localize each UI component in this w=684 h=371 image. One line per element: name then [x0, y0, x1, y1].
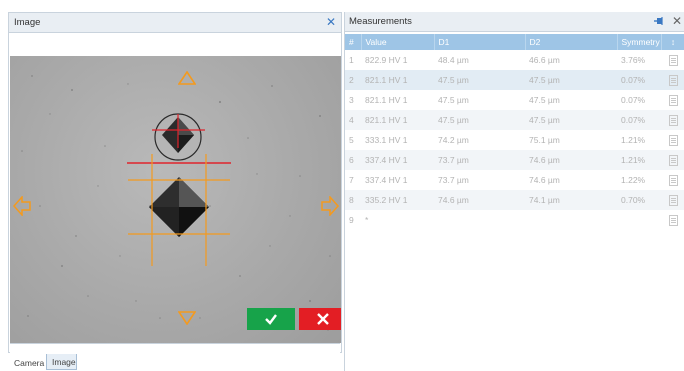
row-details-icon[interactable]	[668, 114, 678, 126]
table-row[interactable]: 2 821.1 HV 1 47.5 µm 47.5 µm 0.07%	[345, 70, 684, 90]
column-header-symmetry[interactable]: Symmetry	[617, 34, 662, 50]
row-symmetry: 1.21%	[621, 135, 646, 145]
row-number: 3	[349, 95, 354, 105]
row-number: 2	[345, 70, 361, 90]
close-icon[interactable]: ✕	[672, 13, 682, 29]
table-row[interactable]: 5 333.1 HV 1 74.2 µm 75.1 µm 1.21%	[345, 130, 684, 150]
row-value: 821.1 HV 1	[361, 70, 434, 90]
row-value: 822.9 HV 1	[365, 55, 408, 65]
column-header-sort-icon[interactable]: ↕	[661, 34, 684, 50]
column-header-d2[interactable]: D2	[525, 34, 618, 50]
row-number: 8	[345, 190, 361, 210]
reject-button[interactable]	[299, 308, 341, 330]
row-symmetry	[617, 210, 661, 230]
row-d2: 47.5 µm	[529, 95, 560, 105]
table-row-new[interactable]: 9 *	[345, 210, 684, 230]
image-toolbar-area	[10, 33, 340, 56]
row-number: 7	[349, 175, 354, 185]
accept-button[interactable]	[247, 308, 295, 330]
arrow-right-icon[interactable]	[321, 196, 339, 216]
image-panel-header: Image ✕	[9, 13, 341, 33]
table-header-row: # Value D1 D2 Symmetry ↕	[345, 34, 684, 50]
row-d2: 47.5 µm	[525, 110, 617, 130]
table-row[interactable]: 8 335.2 HV 1 74.6 µm 74.1 µm 0.70%	[345, 190, 684, 210]
row-d2: 75.1 µm	[529, 135, 560, 145]
row-d1: 47.5 µm	[438, 95, 469, 105]
micrograph-view[interactable]	[10, 56, 341, 343]
row-details-icon[interactable]	[668, 194, 678, 206]
tab-camera[interactable]: Camera	[8, 354, 46, 370]
image-status-area	[10, 343, 340, 354]
row-number: 6	[345, 150, 361, 170]
row-symmetry: 0.07%	[617, 70, 661, 90]
row-number: 1	[349, 55, 354, 65]
table-row[interactable]: 6 337.4 HV 1 73.7 µm 74.6 µm 1.21%	[345, 150, 684, 170]
row-number: 5	[349, 135, 354, 145]
row-details-icon[interactable]	[668, 54, 678, 66]
tab-image[interactable]: Image	[46, 354, 77, 370]
row-value: 337.4 HV 1	[365, 175, 408, 185]
row-details-icon[interactable]	[668, 134, 678, 146]
row-details-icon[interactable]	[668, 174, 678, 186]
row-d2: 74.1 µm	[525, 190, 617, 210]
table-row[interactable]: 4 821.1 HV 1 47.5 µm 47.5 µm 0.07%	[345, 110, 684, 130]
row-value: 333.1 HV 1	[365, 135, 408, 145]
arrow-left-icon[interactable]	[13, 196, 31, 216]
row-d2: 47.5 µm	[525, 70, 617, 90]
table-row[interactable]: 7 337.4 HV 1 73.7 µm 74.6 µm 1.22%	[345, 170, 684, 190]
row-details-icon[interactable]	[668, 94, 678, 106]
row-d2	[525, 210, 617, 230]
column-header-number[interactable]: #	[345, 34, 362, 50]
row-number: 4	[345, 110, 361, 130]
row-d1: 73.7 µm	[438, 175, 469, 185]
image-panel-title: Image	[14, 17, 41, 28]
measurements-panel-title: Measurements	[349, 16, 412, 27]
column-header-d1[interactable]: D1	[434, 34, 526, 50]
row-d2: 74.6 µm	[525, 150, 617, 170]
close-icon[interactable]: ✕	[326, 14, 336, 30]
row-d1: 47.5 µm	[434, 70, 525, 90]
image-panel: Image ✕	[8, 12, 342, 354]
pin-icon[interactable]	[654, 16, 664, 26]
measurements-panel-header: Measurements ✕	[345, 12, 684, 32]
row-symmetry: 0.07%	[621, 95, 646, 105]
row-symmetry: 1.22%	[621, 175, 646, 185]
row-d2: 46.6 µm	[529, 55, 560, 65]
column-header-value[interactable]: Value	[361, 34, 435, 50]
row-value: 821.1 HV 1	[365, 95, 408, 105]
row-symmetry: 3.76%	[621, 55, 646, 65]
row-details-icon[interactable]	[668, 214, 678, 226]
row-value: *	[365, 215, 369, 225]
row-symmetry: 0.07%	[617, 110, 661, 130]
row-details-icon[interactable]	[668, 154, 678, 166]
row-number: 9	[349, 215, 354, 225]
row-value: 821.1 HV 1	[361, 110, 434, 130]
row-d1: 47.5 µm	[434, 110, 525, 130]
row-d1: 74.2 µm	[438, 135, 469, 145]
measurements-table: # Value D1 D2 Symmetry ↕ 1 822.9 HV 1 48…	[345, 34, 684, 230]
row-d1: 74.6 µm	[434, 190, 525, 210]
measurements-panel: Measurements ✕ # Value D1 D2 Symmetry ↕ …	[344, 12, 684, 371]
row-d2: 74.6 µm	[529, 175, 560, 185]
x-mark-icon	[317, 313, 329, 325]
arrow-up-icon[interactable]	[178, 71, 196, 85]
table-row[interactable]: 3 821.1 HV 1 47.5 µm 47.5 µm 0.07%	[345, 90, 684, 110]
row-d1: 73.7 µm	[434, 150, 525, 170]
checkmark-icon	[265, 314, 277, 325]
row-d1	[434, 210, 525, 230]
micrograph-image	[21, 75, 331, 331]
row-value: 335.2 HV 1	[361, 190, 434, 210]
row-symmetry: 0.70%	[617, 190, 661, 210]
row-value: 337.4 HV 1	[361, 150, 434, 170]
row-symmetry: 1.21%	[617, 150, 661, 170]
row-details-icon[interactable]	[668, 74, 678, 86]
arrow-down-icon[interactable]	[178, 311, 196, 325]
row-d1: 48.4 µm	[438, 55, 469, 65]
table-row[interactable]: 1 822.9 HV 1 48.4 µm 46.6 µm 3.76%	[345, 50, 684, 70]
